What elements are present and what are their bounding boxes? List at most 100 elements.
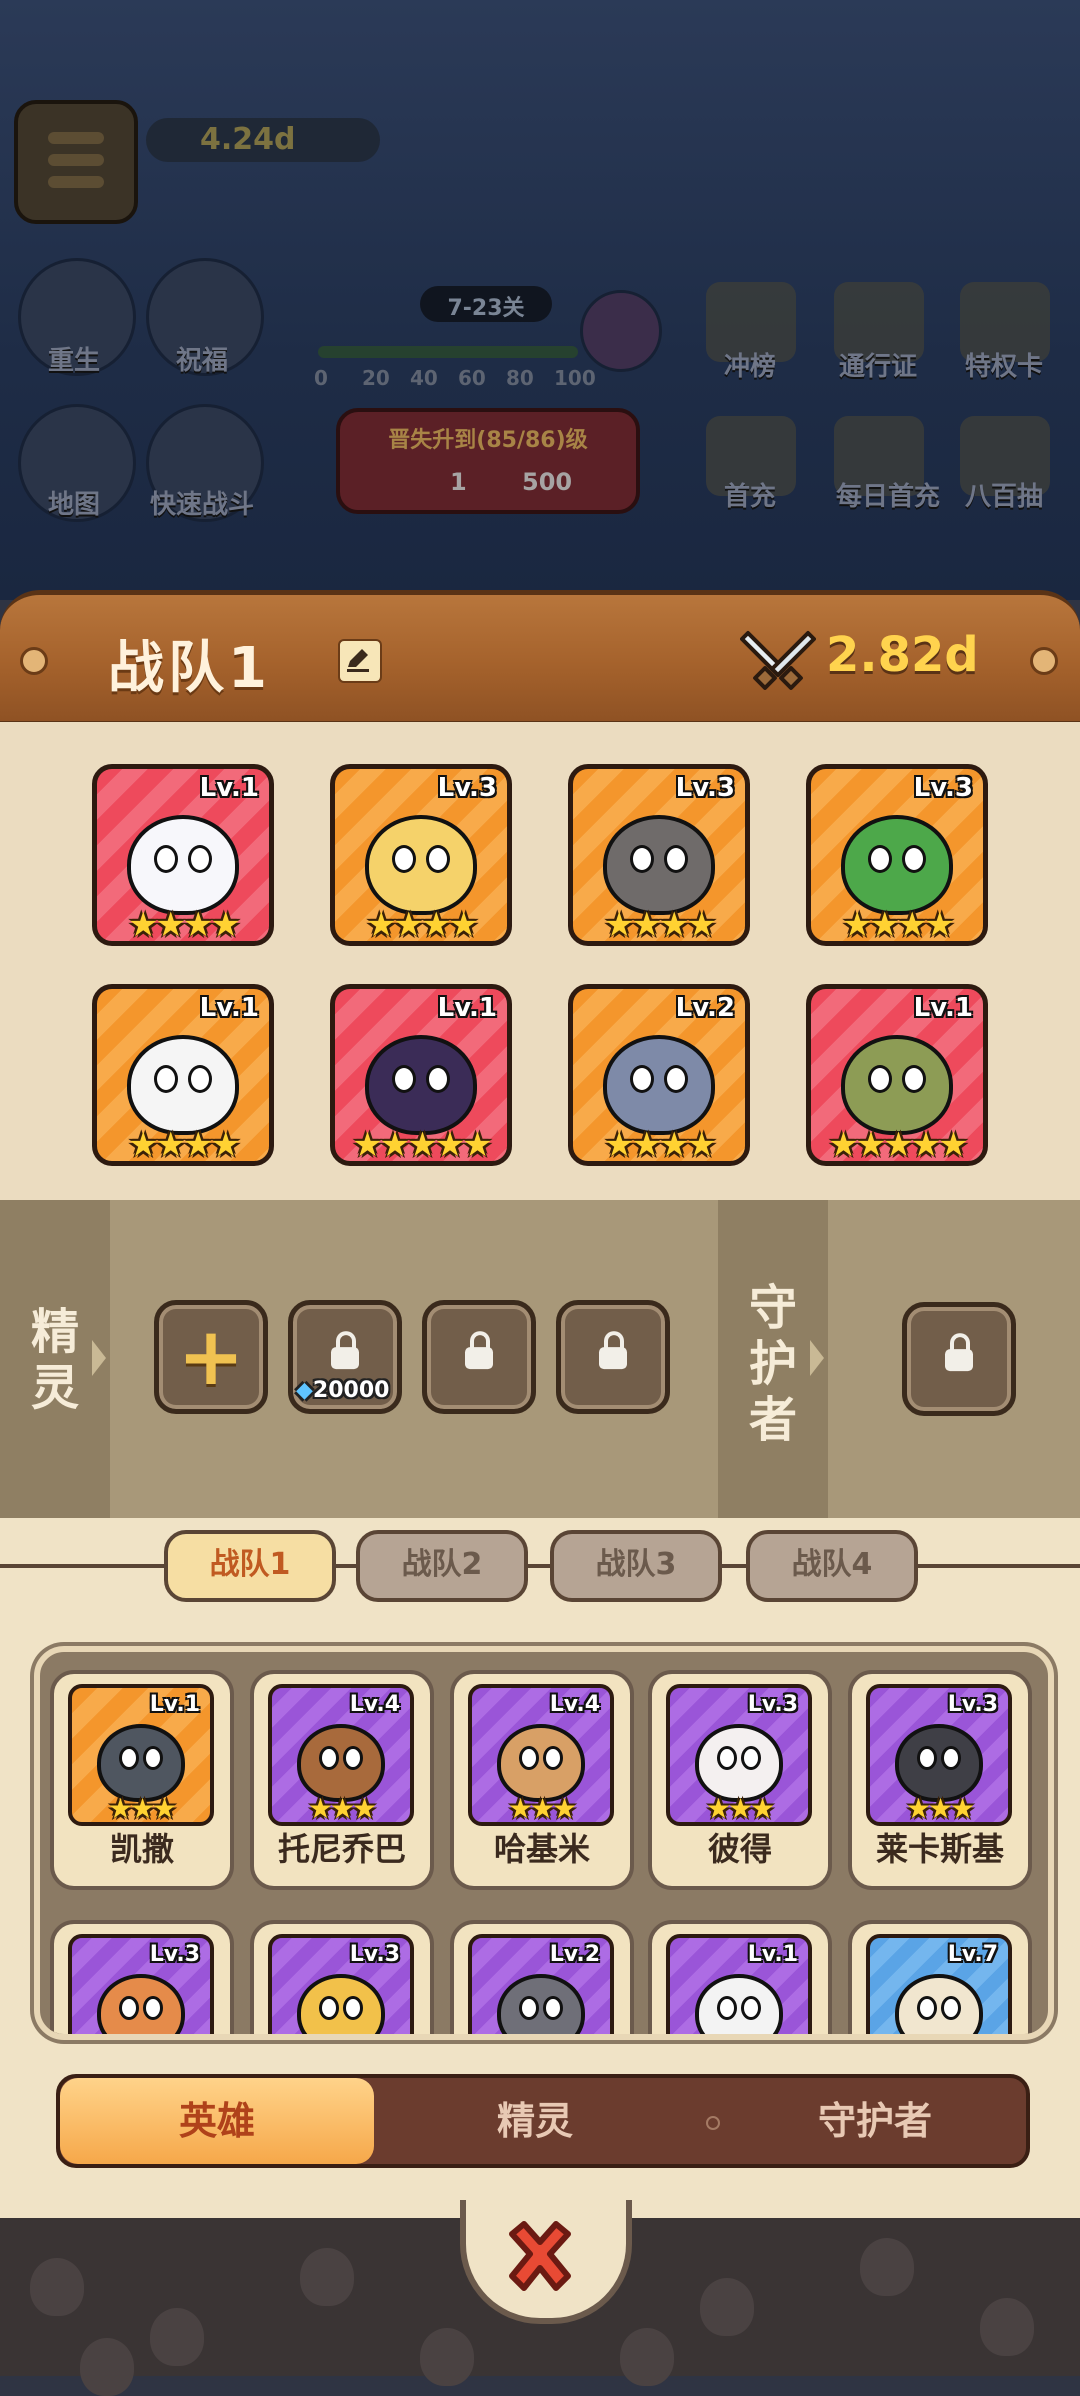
upgrade-banner-text: 晋失升到(85/86)级 — [388, 428, 588, 453]
formation-slot-5[interactable]: Lv.1 ★★★★ — [92, 984, 274, 1166]
roster-hero-1[interactable]: Lv.1 ★★★ 凯撒 — [50, 1670, 234, 1890]
hero-name: 托尼乔巴 — [277, 1830, 406, 1868]
category-tab-heroes[interactable]: 英雄 — [60, 2078, 374, 2164]
hero-card[interactable]: Lv.3 — [68, 1934, 214, 2034]
hero-portrait — [841, 1035, 953, 1136]
star-rating: ★★★★ — [604, 905, 717, 945]
hero-roster: Lv.1 ★★★ 凯撒 Lv.4 ★★★ 托尼乔巴 Lv.4 ★★★ 哈基米 Lv.3 ★★★ 彼得 L… — [34, 1646, 1054, 2040]
menu-icon — [48, 132, 104, 144]
hero-card[interactable]: Lv.3 ★★★ — [866, 1684, 1012, 1826]
spirit-tab[interactable]: 精灵 — [0, 1200, 110, 1518]
hero-portrait — [695, 1974, 783, 2034]
spirit-label-text: 精灵 — [30, 1304, 79, 1416]
eye — [741, 1746, 762, 1771]
hero-card[interactable]: Lv.1 — [666, 1934, 812, 2034]
acorn-pattern-icon — [980, 2298, 1034, 2356]
hero-card[interactable]: Lv.4 ★★★ — [468, 1684, 614, 1826]
formation-slot-8[interactable]: Lv.1 ★★★★★ — [806, 984, 988, 1166]
star-rating: ★★★★ — [842, 905, 955, 945]
formation-slot-6[interactable]: Lv.1 ★★★★★ — [330, 984, 512, 1166]
eye — [941, 1746, 962, 1771]
hero-card[interactable]: Lv.2 — [468, 1934, 614, 2034]
guardian-slot-locked[interactable] — [902, 1302, 1016, 1416]
team-tab-4[interactable]: 战队4 — [746, 1530, 918, 1602]
team-tab-1[interactable]: 战队1 — [164, 1530, 336, 1602]
close-x-icon[interactable] — [498, 2214, 582, 2298]
hero-card[interactable]: Lv.3 ★★★ — [666, 1684, 812, 1826]
quick-battle-label: 快速战斗 — [149, 490, 254, 520]
formation-slot-1[interactable]: Lv.1 ★★★★ — [92, 764, 274, 946]
formation-slot-3[interactable]: Lv.3 ★★★★ — [568, 764, 750, 946]
roster-hero-3[interactable]: Lv.4 ★★★ 哈基米 — [450, 1670, 634, 1890]
formation-slot-4[interactable]: Lv.3 ★★★★ — [806, 764, 988, 946]
roster-hero-5[interactable]: Lv.3 ★★★ 莱卡斯基 — [848, 1670, 1032, 1890]
eye — [664, 1065, 689, 1094]
blessing-label: 祝福 — [175, 346, 228, 376]
edit-icon[interactable] — [338, 639, 382, 683]
eye — [916, 1996, 937, 2021]
menu-button[interactable] — [14, 100, 138, 224]
roster-hero-10[interactable]: Lv.7 — [848, 1920, 1032, 2034]
upgrade-banner[interactable]: 晋失升到(85/86)级 1 500 — [336, 408, 640, 514]
hero-name: 哈基米 — [493, 1830, 590, 1868]
roster-hero-7[interactable]: Lv.3 — [250, 1920, 434, 2034]
level-badge: Lv.4 — [549, 1692, 600, 1717]
spirit-slot-locked-2[interactable] — [422, 1300, 536, 1414]
hero-portrait — [497, 1724, 585, 1803]
spirit-slot-add[interactable]: + — [154, 1300, 268, 1414]
hero-portrait — [97, 1724, 185, 1803]
hero-name: 莱卡斯基 — [875, 1830, 1004, 1868]
level-badge: Lv.3 — [747, 1692, 798, 1717]
level-badge: Lv.3 — [675, 773, 735, 803]
lock-icon — [599, 1331, 627, 1370]
hero-card[interactable]: Lv.1 ★★★ — [68, 1684, 214, 1826]
level-badge: Lv.1 — [437, 993, 497, 1023]
hero-portrait — [895, 1974, 983, 2034]
eye — [391, 845, 416, 874]
category-tab-guardians[interactable]: 守护者 — [724, 2078, 1026, 2164]
roster-hero-2[interactable]: Lv.4 ★★★ 托尼乔巴 — [250, 1670, 434, 1890]
star-rating: ★★★ — [507, 1792, 577, 1825]
menu-icon-bar — [48, 176, 104, 188]
roster-hero-4[interactable]: Lv.3 ★★★ 彼得 — [648, 1670, 832, 1890]
star-rating: ★★★ — [307, 1792, 377, 1825]
team-tab-3[interactable]: 战队3 — [550, 1530, 722, 1602]
formation-slot-2[interactable]: Lv.3 ★★★★ — [330, 764, 512, 946]
roster-hero-9[interactable]: Lv.1 — [648, 1920, 832, 2034]
eye — [318, 1996, 339, 2021]
spirit-slot-locked-3[interactable] — [556, 1300, 670, 1414]
formation-slot-7[interactable]: Lv.2 ★★★★ — [568, 984, 750, 1166]
acorn-pattern-icon — [620, 2328, 674, 2386]
eye — [153, 845, 178, 874]
eye — [941, 1996, 962, 2021]
eye — [188, 1065, 213, 1094]
guardian-label-text: 守护者 — [748, 1280, 797, 1448]
hero-card[interactable]: Lv.7 — [866, 1934, 1012, 2034]
roster-hero-6[interactable]: Lv.3 — [50, 1920, 234, 2034]
team-tab-2[interactable]: 战队2 — [356, 1530, 528, 1602]
lock-icon — [331, 1331, 359, 1370]
hero-card[interactable]: Lv.4 ★★★ — [268, 1684, 414, 1826]
diamond-icon: ◆ — [296, 1378, 313, 1403]
eye — [543, 1996, 564, 2021]
eye — [902, 1065, 927, 1094]
hero-portrait — [127, 1035, 239, 1136]
progress-ticks: 0 20 40 60 80 100 — [314, 366, 604, 396]
hero-card[interactable]: Lv.3 — [268, 1934, 414, 2034]
level-badge: Lv.1 — [199, 993, 259, 1023]
category-tab-spirits[interactable]: 精灵 — [374, 2078, 696, 2164]
roster-hero-8[interactable]: Lv.2 — [450, 1920, 634, 2034]
eye — [343, 1996, 364, 2021]
guardian-tab[interactable]: 守护者 — [718, 1200, 828, 1518]
eight-hundred-draw-label: 八百抽 — [964, 482, 1043, 512]
progress-tick-label: 20 — [362, 366, 390, 390]
guardian-arrow-icon — [810, 1340, 824, 1376]
separator-dot — [706, 2116, 720, 2130]
rebirth-label: 重生 — [47, 346, 100, 376]
star-rating: ★★★★ — [366, 905, 479, 945]
team-header: 战队1 2.82d — [0, 590, 1080, 727]
slot-unlock-cost: ◆20000 — [296, 1378, 389, 1403]
eye — [426, 1065, 451, 1094]
lock-stage-button[interactable] — [580, 290, 662, 372]
hero-portrait — [497, 1974, 585, 2034]
